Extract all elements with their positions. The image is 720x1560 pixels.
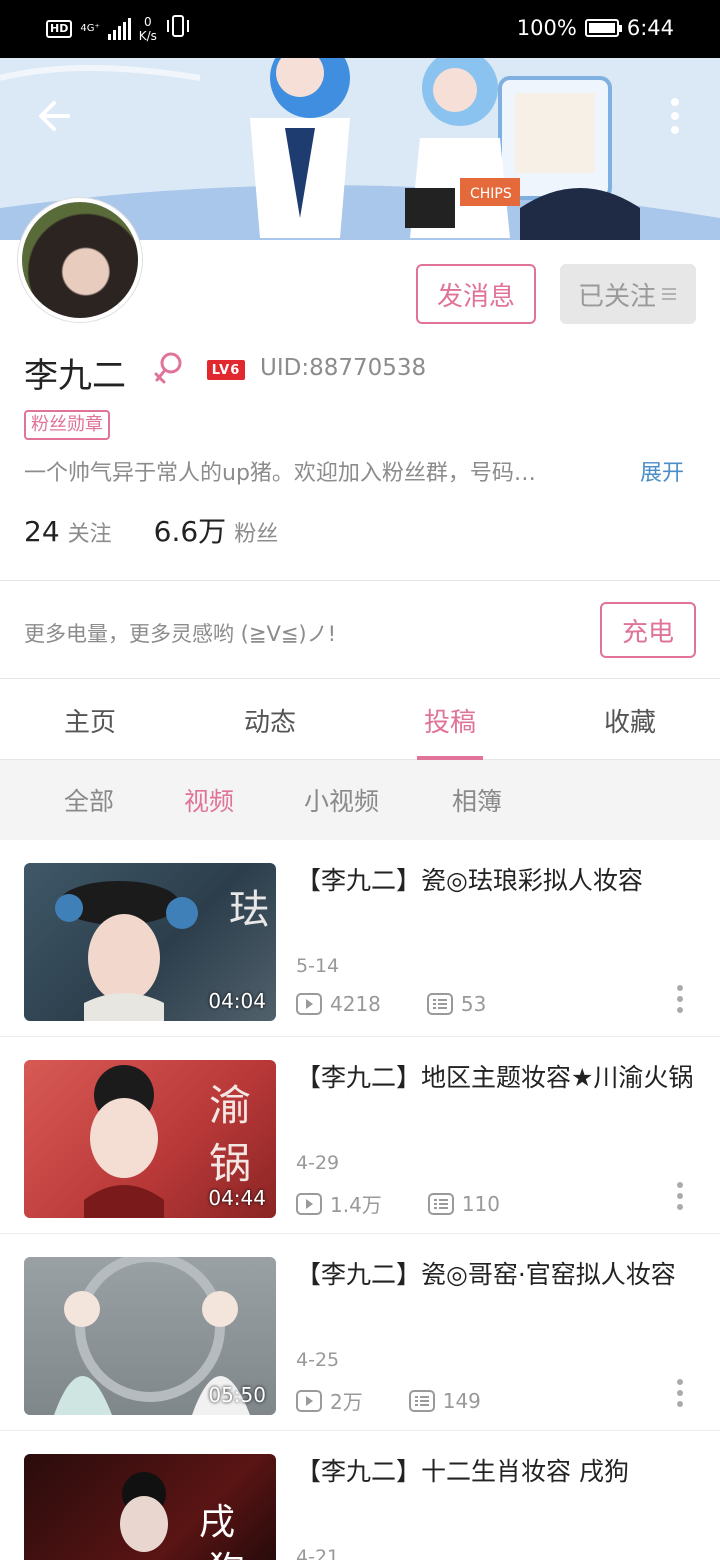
vibrate-icon (165, 14, 191, 43)
video-meta: 4218 53 (296, 992, 486, 1016)
play-count-icon (296, 1389, 322, 1412)
back-arrow-icon (39, 101, 70, 131)
play-count: 4218 (330, 992, 381, 1016)
followers-count[interactable]: 6.6万 (154, 510, 227, 550)
battery-icon (584, 19, 622, 37)
banner-chips-text: CHIPS (470, 186, 512, 202)
charge-button[interactable]: 充电 (600, 602, 696, 658)
play-count-icon (296, 1192, 322, 1215)
more-vertical-icon (671, 98, 679, 134)
following-label[interactable]: 关注 (68, 516, 112, 548)
video-date: 5-14 (296, 955, 340, 977)
video-date: 4-21 (296, 1546, 340, 1560)
video-more-icon[interactable] (670, 982, 690, 1016)
video-date: 4-29 (296, 1152, 340, 1174)
video-item[interactable]: 渝锅 04:44 【李九二】地区主题妆容★川渝火锅 4-29 1.4万 110 (0, 1037, 720, 1234)
video-title[interactable]: 【李九二】十二生肖妆容 戌狗 (296, 1455, 700, 1489)
following-button[interactable]: 已关注 (560, 264, 696, 324)
svg-text:狗: 狗 (209, 1550, 245, 1560)
avatar[interactable] (18, 198, 142, 322)
level-badge: LV6 (207, 360, 245, 380)
video-date: 4-25 (296, 1349, 340, 1371)
video-title[interactable]: 【李九二】瓷◎哥窑·官窑拟人妆容 (296, 1258, 700, 1292)
svg-text:戌: 戌 (199, 1502, 235, 1543)
video-thumbnail[interactable]: 05:50 (24, 1257, 276, 1415)
bio-text: 一个帅气异于常人的up猪。欢迎加入粉丝群，号码… (24, 461, 536, 486)
subtab-videos[interactable]: 视频 (184, 760, 234, 840)
more-options-button[interactable] (660, 94, 690, 138)
tab-favorites[interactable]: 收藏 (540, 680, 720, 760)
video-duration: 04:44 (208, 1186, 266, 1210)
svg-text:锅: 锅 (209, 1139, 251, 1188)
video-item[interactable]: 珐 04:04 【李九二】瓷◎珐琅彩拟人妆容 5-14 4218 53 (0, 840, 720, 1037)
danmaku-count-icon (426, 993, 453, 1015)
subtab-albums[interactable]: 相簿 (452, 760, 502, 840)
subtab-short-videos[interactable]: 小视频 (304, 760, 379, 840)
danmaku-count: 149 (442, 1388, 481, 1413)
followers-label[interactable]: 粉丝 (234, 516, 278, 548)
hd-icon: HD (46, 19, 73, 38)
subtab-all[interactable]: 全部 (64, 760, 114, 840)
tab-submissions[interactable]: 投稿 (360, 680, 540, 760)
video-item[interactable]: 05:50 【李九二】瓷◎哥窑·官窑拟人妆容 4-25 2万 149 (0, 1234, 720, 1431)
video-thumbnail[interactable]: 戌狗 (24, 1454, 276, 1560)
send-message-button[interactable]: 发消息 (416, 264, 536, 324)
play-count: 2万 (330, 1390, 363, 1414)
video-meta: 2万 149 (296, 1386, 481, 1415)
divider (0, 678, 720, 679)
charge-prompt: 更多电量，更多灵感哟 (≧V≦)ノ! (24, 622, 337, 646)
profile-stats: 24 关注 6.6万 粉丝 (24, 510, 278, 550)
video-duration: 05:50 (208, 1383, 266, 1407)
tab-home[interactable]: 主页 (0, 680, 180, 760)
svg-text:渝: 渝 (209, 1081, 251, 1130)
following-count[interactable]: 24 (24, 515, 60, 548)
signal-icon (107, 17, 131, 40)
danmaku-count: 110 (461, 1191, 500, 1216)
network-type: 4G⁺ (80, 23, 100, 34)
video-meta: 1.4万 110 (296, 1189, 500, 1218)
video-thumbnail[interactable]: 渝锅 04:44 (24, 1060, 276, 1218)
username: 李九二 (24, 356, 126, 396)
video-title[interactable]: 【李九二】地区主题妆容★川渝火锅 (296, 1061, 700, 1095)
back-button[interactable] (34, 94, 78, 138)
video-item[interactable]: 戌狗 【李九二】十二生肖妆容 戌狗 4-21 (0, 1431, 720, 1560)
profile-tabs: 主页 动态 投稿 收藏 (0, 680, 720, 760)
svg-text:珐: 珐 (229, 887, 269, 933)
profile-screen: HD 4G⁺ 0 K/s 100% 6:44 CHIPS 发消息 已关注 李九二… (0, 0, 720, 1560)
expand-bio-link[interactable]: 展开 (640, 455, 684, 487)
battery-fill (588, 23, 615, 33)
danmaku-count-icon (427, 1192, 454, 1215)
tab-dynamics[interactable]: 动态 (180, 680, 360, 760)
play-count: 1.4万 (330, 1193, 382, 1217)
uid: UID:88770538 (260, 355, 427, 381)
battery-percent: 100% (516, 16, 577, 40)
menu-lines-icon (662, 288, 676, 300)
status-bar: HD 4G⁺ 0 K/s 100% 6:44 (0, 0, 720, 58)
female-gender-icon (154, 352, 182, 384)
video-title[interactable]: 【李九二】瓷◎珐琅彩拟人妆容 (296, 864, 700, 898)
status-left: HD 4G⁺ 0 K/s (46, 14, 191, 43)
fan-medal-badge[interactable]: 粉丝勋章 (24, 410, 110, 440)
video-duration: 04:04 (208, 989, 266, 1013)
divider (0, 580, 720, 581)
danmaku-count-icon (408, 1389, 435, 1412)
video-more-icon[interactable] (670, 1179, 690, 1213)
network-speed: 0 K/s (138, 14, 157, 43)
danmaku-count: 53 (460, 992, 487, 1016)
status-right: 100% 6:44 (517, 16, 674, 40)
submission-filter-tabs: 全部 视频 小视频 相簿 (0, 760, 720, 840)
play-count-icon (296, 993, 322, 1015)
following-button-label: 已关注 (577, 281, 656, 312)
clock: 6:44 (626, 16, 674, 40)
video-more-icon[interactable] (670, 1376, 690, 1410)
video-thumbnail[interactable]: 珐 04:04 (24, 863, 276, 1021)
